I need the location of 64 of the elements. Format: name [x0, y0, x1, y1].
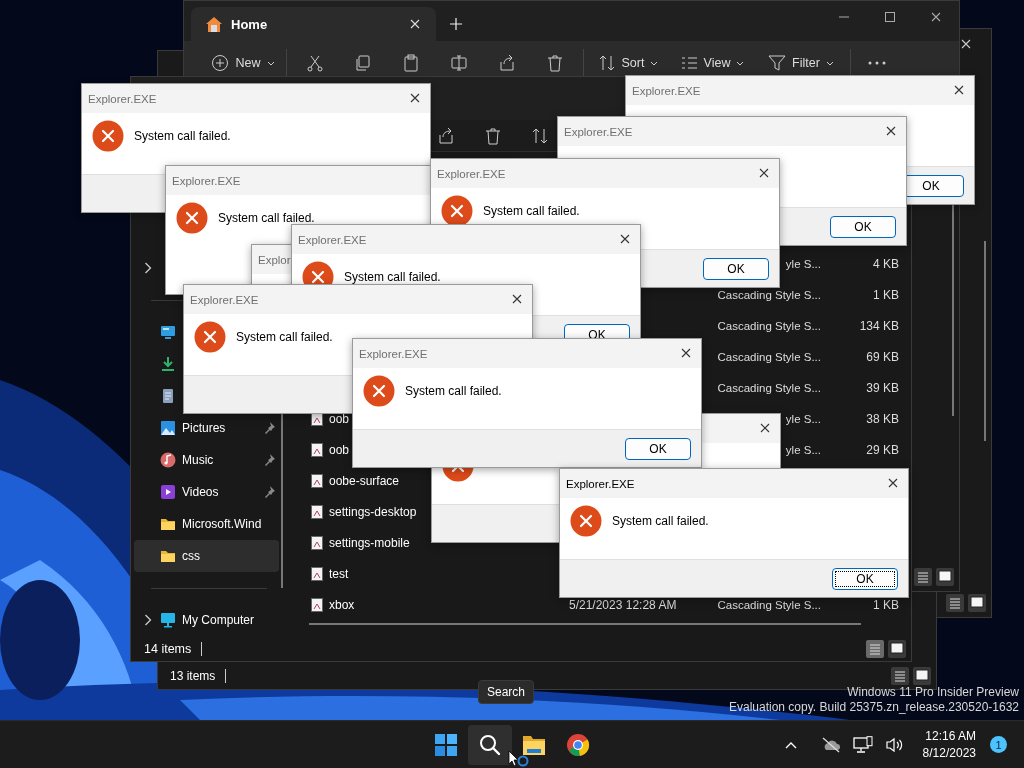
- view-button[interactable]: View: [668, 50, 756, 76]
- error-message: System call failed.: [218, 210, 315, 227]
- file-size: 1 KB: [873, 597, 899, 612]
- dialog-title: Explorer.EXE: [172, 174, 241, 187]
- ok-button[interactable]: OK: [703, 257, 769, 280]
- file-size: 69 KB: [866, 349, 899, 364]
- watermark-text: Windows 11 Pro Insider Preview: [847, 685, 1019, 700]
- file-name: settings-desktop: [329, 504, 417, 519]
- sidebar-item[interactable]: Pictures: [134, 412, 279, 444]
- dialog-title: Explorer.EXE: [190, 293, 259, 306]
- dialog-title: Explorer.EXE: [359, 347, 428, 360]
- file-date: 5/21/2023 12:28 AM: [569, 597, 677, 612]
- ok-button[interactable]: OK: [830, 215, 896, 238]
- sidebar-item[interactable]: Microsoft.Wind: [134, 508, 279, 540]
- sidebar-item[interactable]: Music: [134, 444, 279, 476]
- file-size: 39 KB: [866, 380, 899, 395]
- ok-button[interactable]: OK: [625, 437, 691, 460]
- error-message: System call failed.: [483, 203, 580, 220]
- file-size: 134 KB: [859, 318, 899, 333]
- dialog-title: Explorer.EXE: [437, 167, 506, 180]
- file-size: 1 KB: [873, 287, 899, 302]
- file-name: test: [329, 566, 349, 581]
- dialog-title: Explorer.EXE: [298, 233, 367, 246]
- sort-button[interactable]: Sort: [588, 50, 668, 76]
- error-message: System call failed.: [405, 383, 502, 400]
- error-message: System call failed.: [134, 128, 231, 145]
- file-name: xbox: [329, 597, 355, 612]
- status-text: 13 items: [170, 669, 216, 683]
- new-button[interactable]: New: [204, 50, 282, 76]
- file-size: 4 KB: [873, 256, 899, 271]
- file-name: oob: [329, 411, 350, 426]
- file-type: Cascading Style S...: [717, 598, 821, 611]
- file-type: yle S...: [785, 257, 821, 270]
- sidebar-item[interactable]: My Computer: [134, 604, 279, 636]
- error-message: System call failed.: [612, 513, 709, 530]
- dialog-title: Explorer.EXE: [632, 84, 701, 97]
- ok-button[interactable]: OK: [832, 567, 898, 590]
- file-type: Cascading Style S...: [717, 350, 821, 363]
- file-size: 29 KB: [866, 442, 899, 457]
- error-message: System call failed.: [344, 269, 441, 286]
- file-name: settings-mobile: [329, 535, 410, 550]
- sidebar-item[interactable]: Videos: [134, 476, 279, 508]
- file-type: Cascading Style S...: [717, 319, 821, 332]
- watermark-text: Evaluation copy. Build 25375.zn_release.230520-1632: [729, 700, 1019, 715]
- tab-label: Home: [231, 16, 269, 32]
- file-type: Cascading Style S...: [717, 288, 821, 301]
- dialog-title: Explorer.EXE: [88, 92, 157, 105]
- sidebar-item[interactable]: css: [134, 540, 279, 572]
- clock[interactable]: 12:16 AM 8/12/2023: [922, 727, 976, 762]
- dialog-title: Explor: [258, 253, 291, 266]
- dialog-title: Explorer.EXE: [564, 125, 633, 138]
- error-message: System call failed.: [236, 329, 333, 346]
- file-size: 38 KB: [866, 411, 899, 426]
- notification-badge[interactable]: 1: [990, 736, 1007, 753]
- filter-button[interactable]: Filter: [756, 50, 846, 76]
- status-text: 14 items: [144, 642, 192, 656]
- file-type: Cascading Style S...: [717, 381, 821, 394]
- file-type: yle S...: [785, 443, 821, 456]
- file-name: oobe-surface: [329, 473, 400, 488]
- tooltip: Search: [478, 680, 535, 704]
- file-type: yle S...: [785, 412, 821, 425]
- dialog-title: Explorer.EXE: [566, 477, 635, 490]
- file-name: oob: [329, 442, 350, 457]
- tab[interactable]: Home: [191, 7, 436, 41]
